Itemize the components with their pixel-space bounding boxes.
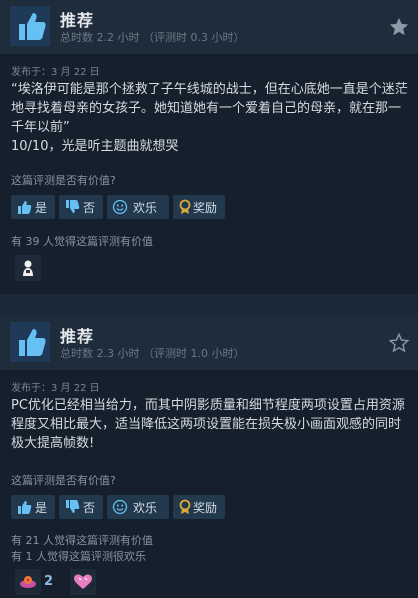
award-count: 2 [44,574,54,589]
review-text: PC优化已经相当给力，而其中阴影质量和细节程度两项设置占用资源程度又相比最大，适… [11,398,405,451]
posted-date: 发布于：3 月 22 日 [11,67,100,78]
helpful-count: 有 21 人觉得这篇评测有价值 [11,534,153,547]
thumbs-up-icon [18,501,32,514]
award-ribbon-icon [179,499,191,514]
person-award-icon[interactable] [15,255,41,281]
vote-buttons: 是 否 欢乐 奖励 [11,195,225,219]
review-header: 推荐 总时数 2.3 小时 （评测时 1.0 小时） [0,316,418,370]
review-verdict: 推荐 [60,11,95,30]
review-card: 推荐 总时数 2.2 小时 （评测时 0.3 小时） 发布于：3 月 22 日 … [0,0,418,294]
vote-funny-button[interactable]: 欢乐 [107,195,169,219]
playtime-info: 总时数 2.2 小时 （评测时 0.3 小时） [60,31,245,44]
review-separator [0,294,418,316]
award-button[interactable]: 奖励 [173,195,225,219]
funny-count: 有 1 人觉得这篇评测很欢乐 [11,550,146,563]
award-button[interactable]: 奖励 [173,495,225,519]
review-verdict: 推荐 [60,327,95,346]
review-text: 10/10，光是听主题曲就想哭 [11,139,179,154]
thumbs-up-icon [10,322,50,362]
star-icon[interactable] [388,16,410,38]
helpful-question: 这篇评测是否有价值? [11,174,116,187]
review-card: 推荐 总时数 2.3 小时 （评测时 1.0 小时） 发布于：3 月 22 日 … [0,316,418,598]
award-ribbon-icon [179,199,191,214]
thumbs-down-icon [66,500,80,513]
star-outline-icon[interactable] [388,332,410,354]
thumbs-down-icon [66,200,80,213]
posted-date: 发布于：3 月 22 日 [11,383,100,394]
thumbs-up-icon [10,6,50,46]
smiley-icon [112,199,128,215]
review-body: “埃洛伊可能是那个拯救了子午线城的战士，但在心底她一直是个迷茫地寻找着母亲的女孩… [11,80,409,156]
vote-funny-button[interactable]: 欢乐 [107,495,169,519]
playtime-info: 总时数 2.3 小时 （评测时 1.0 小时） [60,347,245,360]
review-text: “埃洛伊可能是那个拯救了子午线城的战士，但在心底她一直是个迷茫地寻找着母亲的女孩… [11,82,408,135]
thumbs-up-icon [18,201,32,214]
vote-buttons: 是 否 欢乐 奖励 [11,495,225,519]
heart-award-icon[interactable] [70,569,96,595]
review-body: PC优化已经相当给力，而其中阴影质量和细节程度两项设置占用资源程度又相比最大，适… [11,396,409,453]
vote-no-button[interactable]: 否 [59,195,103,219]
vote-no-button[interactable]: 否 [59,495,103,519]
helpful-count: 有 39 人觉得这篇评测有价值 [11,235,153,248]
helpful-question: 这篇评测是否有价值? [11,474,116,487]
review-header: 推荐 总时数 2.2 小时 （评测时 0.3 小时） [0,0,418,54]
vote-yes-button[interactable]: 是 [11,495,55,519]
smiley-icon [112,499,128,515]
vote-yes-button[interactable]: 是 [11,195,55,219]
clown-award-icon[interactable] [15,569,41,595]
